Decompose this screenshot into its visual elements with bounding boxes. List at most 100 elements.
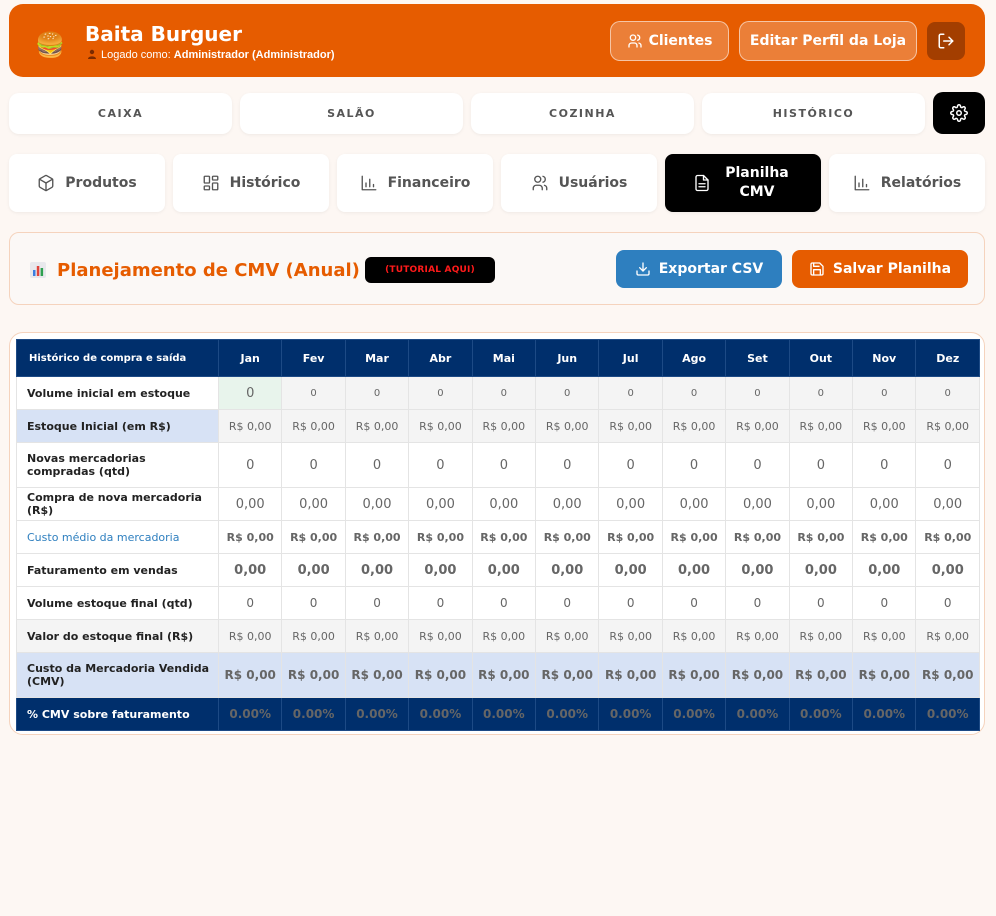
- subtab-financeiro-label: Financeiro: [387, 175, 471, 191]
- editable-cell[interactable]: 0: [217, 442, 283, 488]
- value-cell: R$ 0,00: [281, 520, 346, 554]
- subtab-historico[interactable]: Histórico: [173, 154, 329, 212]
- editable-cell[interactable]: 0: [598, 442, 663, 488]
- editable-cell[interactable]: 0: [852, 376, 917, 410]
- editable-cell[interactable]: 0: [408, 442, 473, 488]
- editable-cell[interactable]: 0,00: [471, 553, 537, 587]
- editable-cell[interactable]: 0: [598, 586, 663, 620]
- editable-cell[interactable]: 0: [471, 586, 537, 620]
- tutorial-link[interactable]: (TUTORIAL AQUI): [365, 257, 495, 283]
- editable-cell[interactable]: 0: [661, 442, 727, 488]
- editable-cell[interactable]: 0: [471, 376, 537, 410]
- editable-cell[interactable]: 0,00: [344, 553, 410, 587]
- table-row: Custo médio da mercadoria R$ 0,00 R$ 0,00 R…: [16, 520, 980, 554]
- tab-historico[interactable]: HISTÓRICO: [702, 93, 925, 134]
- editable-cell[interactable]: 0,00: [598, 553, 663, 587]
- editable-cell[interactable]: 0: [217, 376, 283, 410]
- editable-cell[interactable]: 0,00: [281, 487, 346, 521]
- subtab-planilha-cmv[interactable]: Planilha CMV: [665, 154, 821, 212]
- editable-cell[interactable]: 0,00: [408, 487, 473, 521]
- editable-cell[interactable]: 0,00: [217, 553, 283, 587]
- editable-cell[interactable]: 0: [281, 376, 346, 410]
- editable-cell[interactable]: 0: [281, 586, 346, 620]
- clientes-button[interactable]: Clientes: [610, 21, 729, 61]
- editable-cell[interactable]: 0: [788, 586, 854, 620]
- editable-cell[interactable]: 0: [852, 442, 917, 488]
- month-header: Nov: [852, 339, 917, 377]
- editable-cell[interactable]: 0: [408, 586, 473, 620]
- save-sheet-button[interactable]: Salvar Planilha: [792, 250, 968, 288]
- subtab-produtos[interactable]: Produtos: [9, 154, 165, 212]
- value-cell: R$ 0,00: [281, 409, 346, 443]
- top-header: 🍔 Baita Burguer Logado como: Administrad…: [9, 4, 985, 77]
- subtab-usuarios[interactable]: Usuários: [501, 154, 657, 212]
- value-cell: R$ 0,00: [344, 409, 410, 443]
- tab-caixa[interactable]: CAIXA: [9, 93, 232, 134]
- editable-cell[interactable]: 0,00: [788, 553, 854, 587]
- subtab-financeiro[interactable]: Financeiro: [337, 154, 493, 212]
- editable-cell[interactable]: 0: [535, 376, 600, 410]
- editable-cell[interactable]: 0: [535, 586, 600, 620]
- editable-cell[interactable]: 0: [344, 376, 410, 410]
- editable-cell[interactable]: 0: [344, 586, 410, 620]
- subtab-relatorios[interactable]: Relatórios: [829, 154, 985, 212]
- editable-cell[interactable]: 0: [217, 586, 283, 620]
- editable-cell[interactable]: 0,00: [915, 553, 980, 587]
- editable-cell[interactable]: 0: [915, 442, 980, 488]
- clientes-label: Clientes: [648, 33, 713, 49]
- month-header: Mar: [344, 339, 410, 377]
- editable-cell[interactable]: 0,00: [535, 487, 600, 521]
- editable-cell[interactable]: 0: [281, 442, 346, 488]
- value-cell: R$ 0,00: [408, 652, 473, 698]
- editable-cell[interactable]: 0,00: [852, 553, 917, 587]
- tab-cozinha[interactable]: COZINHA: [471, 93, 694, 134]
- editable-cell[interactable]: 0,00: [915, 487, 980, 521]
- editable-cell[interactable]: 0: [408, 376, 473, 410]
- editable-cell[interactable]: 0: [661, 376, 727, 410]
- editable-cell[interactable]: 0,00: [725, 553, 790, 587]
- editable-cell[interactable]: 0,00: [598, 487, 663, 521]
- export-csv-label: Exportar CSV: [658, 261, 764, 277]
- cmv-toolbar: Planejamento de CMV (Anual) (TUTORIAL AQ…: [9, 232, 985, 305]
- tab-salao[interactable]: SALÃO: [240, 93, 463, 134]
- editable-cell[interactable]: 0,00: [535, 553, 600, 587]
- table-row: Volume inicial em estoque 0 0 0 0 0 0 0 0 0 0 0 0: [16, 376, 980, 410]
- editable-cell[interactable]: 0: [788, 376, 854, 410]
- editable-cell[interactable]: 0: [471, 442, 537, 488]
- editable-cell[interactable]: 0,00: [217, 487, 283, 521]
- editable-cell[interactable]: 0,00: [408, 553, 473, 587]
- editable-cell[interactable]: 0: [725, 586, 790, 620]
- editable-cell[interactable]: 0,00: [661, 487, 727, 521]
- export-csv-button[interactable]: Exportar CSV: [616, 250, 782, 288]
- store-name: Baita Burguer: [85, 22, 242, 46]
- value-cell: 0.00%: [915, 697, 980, 731]
- value-cell: R$ 0,00: [217, 652, 283, 698]
- editable-cell[interactable]: 0: [598, 376, 663, 410]
- editable-cell[interactable]: 0: [788, 442, 854, 488]
- editable-cell[interactable]: 0,00: [661, 553, 727, 587]
- editable-cell[interactable]: 0: [725, 442, 790, 488]
- row-label: Volume estoque final (qtd): [16, 586, 219, 620]
- save-icon: [810, 262, 824, 276]
- editable-cell[interactable]: 0,00: [725, 487, 790, 521]
- editable-cell[interactable]: 0: [725, 376, 790, 410]
- table-row: Compra de nova mercadoria (R$) 0,00 0,00 0,…: [16, 487, 980, 521]
- editable-cell[interactable]: 0: [852, 586, 917, 620]
- editable-cell[interactable]: 0: [535, 442, 600, 488]
- edit-store-profile-button[interactable]: Editar Perfil da Loja: [739, 21, 917, 61]
- editable-cell[interactable]: 0: [344, 442, 410, 488]
- value-cell: R$ 0,00: [535, 409, 600, 443]
- gear-icon: [950, 104, 968, 122]
- users-icon: [627, 34, 642, 48]
- value-cell: R$ 0,00: [535, 652, 600, 698]
- editable-cell[interactable]: 0: [915, 376, 980, 410]
- editable-cell[interactable]: 0,00: [788, 487, 854, 521]
- settings-button[interactable]: [933, 92, 985, 134]
- logout-button[interactable]: [927, 22, 965, 60]
- editable-cell[interactable]: 0: [661, 586, 727, 620]
- editable-cell[interactable]: 0,00: [281, 553, 346, 587]
- editable-cell[interactable]: 0,00: [471, 487, 537, 521]
- editable-cell[interactable]: 0: [915, 586, 980, 620]
- editable-cell[interactable]: 0,00: [852, 487, 917, 521]
- editable-cell[interactable]: 0,00: [344, 487, 410, 521]
